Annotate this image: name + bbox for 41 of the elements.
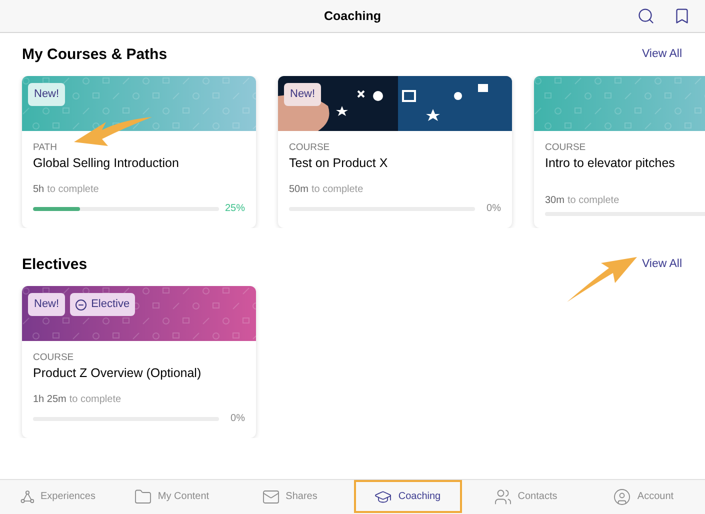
duration: 30m [545,195,564,207]
course-card[interactable]: COURSE Intro to elevator pitches 30m to complete [534,76,705,228]
minus-circle-icon [75,298,88,310]
card-title: Intro to elevator pitches [545,155,676,172]
section-title: Electives [22,254,88,275]
section-title: My Courses & Paths [22,44,168,65]
content-type: PATH [33,142,58,154]
user-circle-icon [613,488,632,506]
card-title: Product Z Overview (Optional) [33,365,202,382]
card-title: Global Selling Introduction [33,155,180,172]
envelope-icon [262,488,280,506]
course-card[interactable]: New! Elective COURSE Product Z Overview (Optional) 1h 25m to complete 0% [22,286,256,438]
view-all-link[interactable]: View All [642,256,682,274]
progress-percent: 0% [486,202,501,216]
new-badge: New! [28,83,66,106]
progress-percent: 25% [225,202,245,216]
content-type: COURSE [33,352,75,364]
duration: 50m [289,184,308,196]
folder-icon [134,488,152,506]
network-icon [20,488,34,506]
page-title: Coaching [324,8,381,25]
duration-label: to complete [69,394,122,406]
card-title: Test on Product X [289,155,389,172]
elective-badge: Elective [70,293,135,316]
duration-label: to complete [47,184,99,196]
course-card[interactable]: New! PATH Global Selling Introduction 5h to complete 25% [22,76,256,228]
duration-label: to complete [311,184,364,196]
people-icon [494,488,512,506]
duration: 5h [33,184,44,196]
progress-percent: 0% [230,412,245,426]
new-badge: New! [28,293,66,316]
content-type: COURSE [289,142,331,154]
duration: 1h 25m [33,394,66,406]
course-card[interactable]: New! COURSE Test on Product X 50m to complete 0% [278,76,512,228]
view-all-link[interactable]: View All [642,46,682,64]
content-type: COURSE [545,142,587,154]
search-icon[interactable] [637,7,655,25]
tab[interactable]: Coaching [354,480,462,513]
bookmark-icon[interactable] [673,7,691,25]
new-badge: New! [284,83,322,106]
duration-label: to complete [567,195,620,207]
